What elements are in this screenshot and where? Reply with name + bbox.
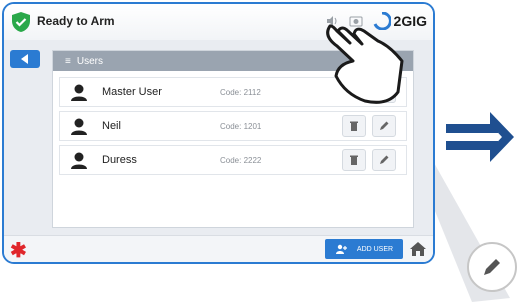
user-code: Code: 1201: [220, 121, 262, 131]
pointing-hand-icon: [326, 24, 404, 104]
trash-icon: [350, 155, 358, 165]
user-row-duress[interactable]: Duress Code: 2222: [59, 145, 407, 175]
pencil-icon: [484, 259, 500, 275]
home-icon[interactable]: [409, 240, 427, 258]
add-user-label: ADD USER: [356, 245, 394, 253]
user-name: Master User: [102, 86, 162, 98]
user-name: Neil: [102, 120, 121, 132]
pencil-icon: [380, 155, 389, 164]
user-code: Code: 2112: [220, 87, 261, 97]
right-arrow-icon: [446, 112, 514, 162]
delete-button[interactable]: [342, 149, 366, 171]
user-avatar-icon: [71, 118, 87, 135]
user-avatar-icon: [71, 84, 87, 101]
pencil-icon: [380, 121, 389, 130]
edit-button[interactable]: [372, 149, 396, 171]
emergency-asterisk-icon[interactable]: ✱: [10, 238, 27, 262]
add-user-icon: [335, 244, 347, 254]
bottom-bar: ✱ ADD USER: [4, 235, 433, 262]
system-status-text: Ready to Arm: [37, 14, 115, 28]
delete-button[interactable]: [342, 115, 366, 137]
trash-icon: [350, 121, 358, 131]
shield-check-icon: [12, 12, 30, 32]
user-code: Code: 2222: [220, 155, 262, 165]
triangle-left-icon: [21, 54, 28, 64]
menu-icon: ≡: [65, 55, 71, 67]
zoomed-edit-icon: [467, 242, 517, 292]
panel-title: Users: [76, 55, 103, 67]
user-name: Duress: [102, 154, 137, 166]
back-button[interactable]: [10, 50, 40, 68]
add-user-button[interactable]: ADD USER: [325, 239, 403, 259]
user-avatar-icon: [71, 152, 87, 169]
edit-button[interactable]: [372, 115, 396, 137]
